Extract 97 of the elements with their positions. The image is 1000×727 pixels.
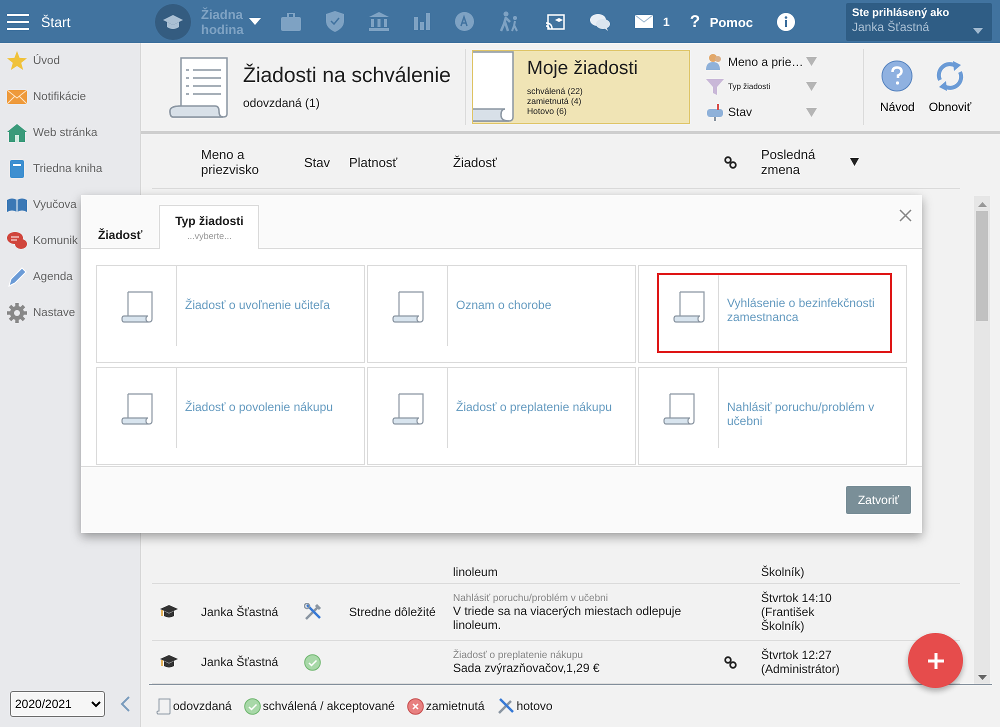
my-requests-card[interactable]: Moje žiadosti schválená (22) zamietnutá (4) Hotovo (6) — [472, 50, 690, 124]
document-icon — [120, 291, 152, 323]
check-icon — [244, 698, 261, 714]
caret-icon — [806, 82, 817, 92]
request-type: Žiadosť o preplatenie nákupu — [453, 650, 584, 660]
gear-icon — [7, 303, 27, 323]
sidebar-item[interactable]: Triedna kniha — [0, 151, 140, 187]
table-cell-text: Janka Šťastná — [200, 655, 280, 669]
page-title: Žiadosti na schválenie — [243, 64, 451, 88]
graduation-cap-icon[interactable] — [155, 4, 191, 40]
request-text: V triede sa na viacerých miestach odlepuje linoleum. — [453, 604, 682, 632]
people-icon — [706, 52, 724, 71]
pen-icon — [7, 267, 27, 287]
document-icon — [169, 56, 231, 118]
bank-icon[interactable] — [369, 12, 389, 31]
table-cell-text: Janka Šťastná — [200, 605, 280, 619]
menu-icon — [7, 14, 29, 30]
table-cell-text: linoleum — [452, 565, 499, 579]
sort-icon[interactable] — [850, 158, 859, 166]
scroll-up-icon[interactable] — [978, 202, 986, 207]
filter-dropdown[interactable]: Meno a prie… — [706, 52, 863, 71]
document-icon — [672, 291, 704, 323]
info-icon[interactable] — [777, 12, 796, 30]
plus-icon — [926, 652, 944, 670]
envelope-icon[interactable] — [635, 15, 653, 28]
bar-chart-icon[interactable] — [414, 13, 430, 30]
refresh-button[interactable]: Obnoviť — [928, 60, 972, 114]
close-button[interactable]: Zatvoriť — [846, 486, 911, 514]
sidebar-item[interactable]: Web stránka — [0, 115, 140, 151]
scrollbar-thumb[interactable] — [976, 211, 988, 321]
grade-icon[interactable] — [455, 12, 474, 31]
briefcase-icon[interactable] — [281, 12, 301, 30]
table-cell-text: Štvrtok 14:10 (František Školník) — [760, 591, 833, 633]
column-header[interactable]: Meno a priezvisko — [195, 147, 298, 177]
scroll-down-icon[interactable] — [978, 675, 986, 680]
caret-icon — [973, 28, 983, 34]
caret-icon — [806, 108, 817, 117]
submitted-count: odovzdaná (1) — [243, 96, 321, 110]
caret-icon — [249, 18, 261, 26]
book-icon — [7, 159, 27, 179]
document-icon — [156, 698, 171, 714]
table-cell: Stredne dôležité — [349, 605, 436, 619]
help-button[interactable]: ? Pomoc — [690, 12, 754, 32]
request-type-option[interactable]: Žiadosť o povolenie nákupu — [96, 366, 365, 464]
graduation-cap-icon — [160, 654, 178, 670]
help-icon — [881, 60, 914, 92]
link-icon — [724, 656, 737, 668]
legend-label: odovzdaná — [173, 699, 232, 713]
user-dropdown[interactable]: Ste prihlásený ako Janka Šťastná — [846, 2, 992, 40]
request-type-option[interactable]: Nahlásiť poruchu/problém v učebni — [638, 366, 907, 464]
add-button[interactable] — [908, 633, 963, 688]
tools-icon — [496, 697, 515, 715]
link-icon — [724, 156, 737, 168]
request-type-option[interactable]: Vyhlásenie o bezinfekčnosti zamestnanca — [638, 265, 907, 363]
home-icon — [7, 123, 27, 143]
chat-icon[interactable] — [590, 12, 610, 30]
sidebar-item[interactable]: Úvod — [0, 43, 140, 79]
document-icon — [120, 392, 152, 424]
scrollbar[interactable] — [974, 196, 990, 684]
mailbox-icon — [706, 103, 724, 122]
mail-icon — [7, 87, 27, 107]
filter-dropdown[interactable]: Stav — [706, 103, 863, 122]
document-icon — [473, 51, 517, 123]
dialog-tab[interactable]: Typ žiadosti ...vyberte... — [159, 205, 260, 249]
filter-dropdown[interactable]: Typ žiadosti — [706, 78, 863, 96]
shield-icon[interactable] — [326, 11, 344, 32]
star-icon — [7, 51, 27, 71]
request-type-option[interactable]: Žiadosť o uvoľnenie učiteľa — [96, 265, 365, 363]
school-year-select[interactable]: 2020/2021 — [10, 691, 105, 717]
guide-button[interactable]: Návod — [880, 60, 915, 114]
start-menu-button[interactable]: Štart — [7, 14, 155, 30]
message-count: 1 — [663, 14, 670, 28]
caret-icon — [806, 57, 817, 66]
graduation-cap-icon — [160, 604, 178, 620]
request-type: Nahlásiť poruchu/problém v učebni — [453, 592, 609, 604]
legend-label: zamietnutá — [426, 699, 485, 713]
table-cell-text: Štvrtok 12:27 (Administrátor) — [760, 648, 840, 676]
request-text: Sada zvýrazňovačov,1,29 € — [453, 660, 601, 674]
legend-label: hotovo — [516, 699, 553, 713]
sidebar-item[interactable]: Notifikácie — [0, 79, 140, 115]
request-type-option[interactable]: Oznam o chorobe — [367, 265, 636, 363]
column-header[interactable]: Stav — [298, 154, 343, 170]
funnel-icon — [706, 78, 724, 96]
legend-label: schválená / akceptované — [262, 699, 395, 713]
document-icon — [392, 392, 424, 424]
document-icon — [662, 392, 694, 424]
table-cell-text: Školník) — [760, 565, 806, 579]
column-header[interactable]: Platnosť — [343, 154, 447, 170]
chat-icon — [7, 231, 27, 251]
column-header[interactable]: Žiadosť — [447, 154, 718, 170]
cross-icon — [406, 698, 424, 714]
document-icon — [392, 291, 424, 323]
request-type-option[interactable]: Žiadosť o preplatenie nákupu — [367, 366, 636, 464]
column-header[interactable]: Posledná zmena — [755, 147, 840, 177]
cast-icon[interactable] — [546, 14, 565, 30]
collapse-chevron-icon[interactable] — [120, 696, 130, 712]
close-icon[interactable] — [899, 209, 912, 222]
